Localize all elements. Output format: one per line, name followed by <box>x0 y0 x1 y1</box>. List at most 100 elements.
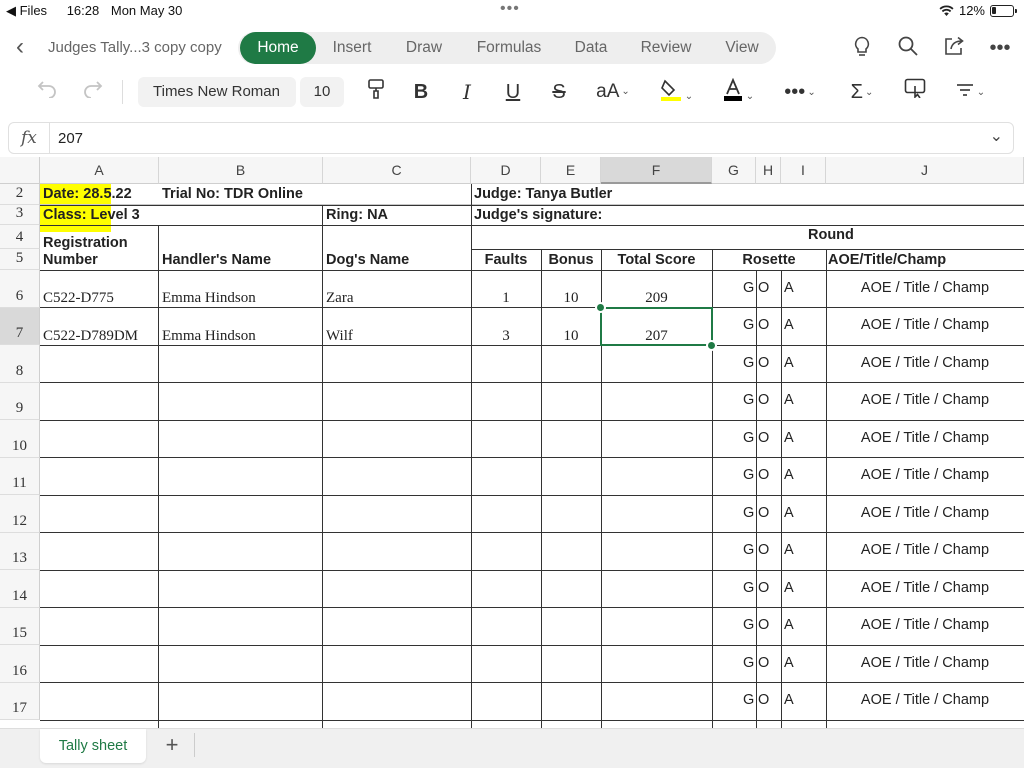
autosum-icon[interactable]: Σ ⌄ <box>842 78 882 106</box>
cell-aoe-9[interactable]: AOE / Title / Champ <box>826 392 1024 408</box>
multitask-icon[interactable]: ••• <box>500 1 520 17</box>
cell-aoe-10[interactable]: AOE / Title / Champ <box>826 430 1024 446</box>
cell-header-number[interactable]: Number <box>43 252 98 268</box>
cell-bonus-1[interactable]: 10 <box>541 290 601 307</box>
tab-formulas[interactable]: Formulas <box>468 32 550 64</box>
row-header-17[interactable]: 17 <box>0 683 40 720</box>
cell-rosette-g-10[interactable]: G <box>743 430 754 446</box>
cell-rosette-o-11[interactable]: O <box>758 467 769 483</box>
cell-rosette-g-6[interactable]: G <box>743 280 754 296</box>
selection-handle-bottom[interactable] <box>706 340 717 351</box>
undo-icon[interactable] <box>34 78 60 106</box>
row-header-10[interactable]: 10 <box>0 420 40 458</box>
more-icon[interactable]: ••• <box>988 36 1012 60</box>
back-chevron-icon[interactable]: ‹ <box>16 35 38 60</box>
cell-rosette-g-11[interactable]: G <box>743 467 754 483</box>
cell-rosette-a-12[interactable]: A <box>784 505 794 521</box>
cell-header-faults[interactable]: Faults <box>471 252 541 268</box>
row-header-16[interactable]: 16 <box>0 645 40 683</box>
strikethrough-icon[interactable]: S <box>546 78 572 106</box>
cell-rosette-o-10[interactable]: O <box>758 430 769 446</box>
column-header-d[interactable]: D <box>471 157 541 184</box>
cell-date[interactable]: Date: 28.5.22 <box>43 186 132 202</box>
italic-icon[interactable]: I <box>454 78 480 106</box>
column-header-a[interactable]: A <box>40 157 159 184</box>
cell-aoe-12[interactable]: AOE / Title / Champ <box>826 505 1024 521</box>
sort-filter-icon[interactable]: ⌄ <box>950 78 990 106</box>
bold-icon[interactable]: B <box>408 78 434 106</box>
cell-rosette-g-14[interactable]: G <box>743 580 754 596</box>
lightbulb-icon[interactable] <box>850 36 874 60</box>
cell-reg-1[interactable]: C522-D775 <box>43 290 114 307</box>
cell-rosette-g-12[interactable]: G <box>743 505 754 521</box>
cell-rosette-a-17[interactable]: A <box>784 692 794 708</box>
cell-faults-1[interactable]: 1 <box>471 290 541 307</box>
select-all-corner[interactable] <box>0 157 40 184</box>
cell-header-rosette[interactable]: Rosette <box>712 252 826 268</box>
cell-rosette-a-7[interactable]: A <box>784 317 794 333</box>
cell-aoe-14[interactable]: AOE / Title / Champ <box>826 580 1024 596</box>
fill-color-icon[interactable]: ⌄ <box>654 78 698 106</box>
tab-insert[interactable]: Insert <box>322 32 382 64</box>
redo-icon[interactable] <box>80 78 106 106</box>
row-header-9[interactable]: 9 <box>0 383 40 420</box>
row-header-4[interactable]: 4 <box>0 225 40 249</box>
column-header-f[interactable]: F <box>601 157 712 184</box>
cell-rosette-a-11[interactable]: A <box>784 467 794 483</box>
cell-reg-2[interactable]: C522-D789DM <box>43 328 138 345</box>
cell-rosette-a-10[interactable]: A <box>784 430 794 446</box>
cell-aoe-7[interactable]: AOE / Title / Champ <box>826 317 1024 333</box>
document-title[interactable]: Judges Tally...3 copy copy <box>48 39 222 56</box>
cell-rosette-g-7[interactable]: G <box>743 317 754 333</box>
column-header-i[interactable]: I <box>781 157 826 184</box>
tab-view[interactable]: View <box>716 32 768 64</box>
cell-rosette-a-14[interactable]: A <box>784 580 794 596</box>
tab-draw[interactable]: Draw <box>396 32 452 64</box>
format-painter-icon[interactable] <box>364 78 388 106</box>
back-to-files[interactable]: ◀ Files <box>6 3 55 18</box>
cell-rosette-o-15[interactable]: O <box>758 617 769 633</box>
cell-header-dog[interactable]: Dog's Name <box>326 252 409 268</box>
cell-faults-2[interactable]: 3 <box>471 328 541 345</box>
cell-header-registration[interactable]: Registration <box>43 235 128 251</box>
tab-review[interactable]: Review <box>632 32 700 64</box>
row-header-13[interactable]: 13 <box>0 533 40 570</box>
cell-judge[interactable]: Judge: Tanya Butler <box>474 186 612 202</box>
formula-input[interactable]: 207 <box>58 130 83 147</box>
cell-rosette-a-16[interactable]: A <box>784 655 794 671</box>
cell-aoe-11[interactable]: AOE / Title / Champ <box>826 467 1024 483</box>
row-header-14[interactable]: 14 <box>0 570 40 608</box>
cell-ring[interactable]: Ring: NA <box>326 207 388 223</box>
cell-rosette-g-13[interactable]: G <box>743 542 754 558</box>
font-name-field[interactable]: Times New Roman <box>138 77 296 107</box>
cell-rosette-a-13[interactable]: A <box>784 542 794 558</box>
font-size-field[interactable]: 10 <box>300 77 344 107</box>
row-header-8[interactable]: 8 <box>0 345 40 383</box>
spreadsheet-grid[interactable]: A B C D E F G H I J 2 3 4 5 6 7 8 9 10 1… <box>0 157 1024 728</box>
column-header-c[interactable]: C <box>323 157 471 184</box>
column-header-b[interactable]: B <box>159 157 323 184</box>
cell-dog-2[interactable]: Wilf <box>326 328 353 345</box>
cell-header-bonus[interactable]: Bonus <box>541 252 601 268</box>
row-header-6[interactable]: 6 <box>0 270 40 308</box>
cell-aoe-8[interactable]: AOE / Title / Champ <box>826 355 1024 371</box>
cell-rosette-g-15[interactable]: G <box>743 617 754 633</box>
cell-aoe-17[interactable]: AOE / Title / Champ <box>826 692 1024 708</box>
cell-rosette-o-13[interactable]: O <box>758 542 769 558</box>
selection-handle-top[interactable] <box>595 302 606 313</box>
cell-rosette-o-12[interactable]: O <box>758 505 769 521</box>
cell-handler-1[interactable]: Emma Hindson <box>162 290 256 307</box>
cell-rosette-a-8[interactable]: A <box>784 355 794 371</box>
cell-rosette-o-8[interactable]: O <box>758 355 769 371</box>
cell-rosette-o-9[interactable]: O <box>758 392 769 408</box>
font-size-change-icon[interactable]: aA ⌄ <box>590 78 636 106</box>
cell-rosette-a-15[interactable]: A <box>784 617 794 633</box>
cell-header-total[interactable]: Total Score <box>601 252 712 268</box>
column-header-g[interactable]: G <box>712 157 756 184</box>
cell-bonus-2[interactable]: 10 <box>541 328 601 345</box>
cell-class[interactable]: Class: Level 3 <box>43 207 140 223</box>
cell-aoe-15[interactable]: AOE / Title / Champ <box>826 617 1024 633</box>
row-header-12[interactable]: 12 <box>0 495 40 533</box>
cell-header-aoe[interactable]: AOE/Title/Champ <box>828 252 946 268</box>
expand-formula-icon[interactable]: ⌄ <box>990 126 1003 146</box>
